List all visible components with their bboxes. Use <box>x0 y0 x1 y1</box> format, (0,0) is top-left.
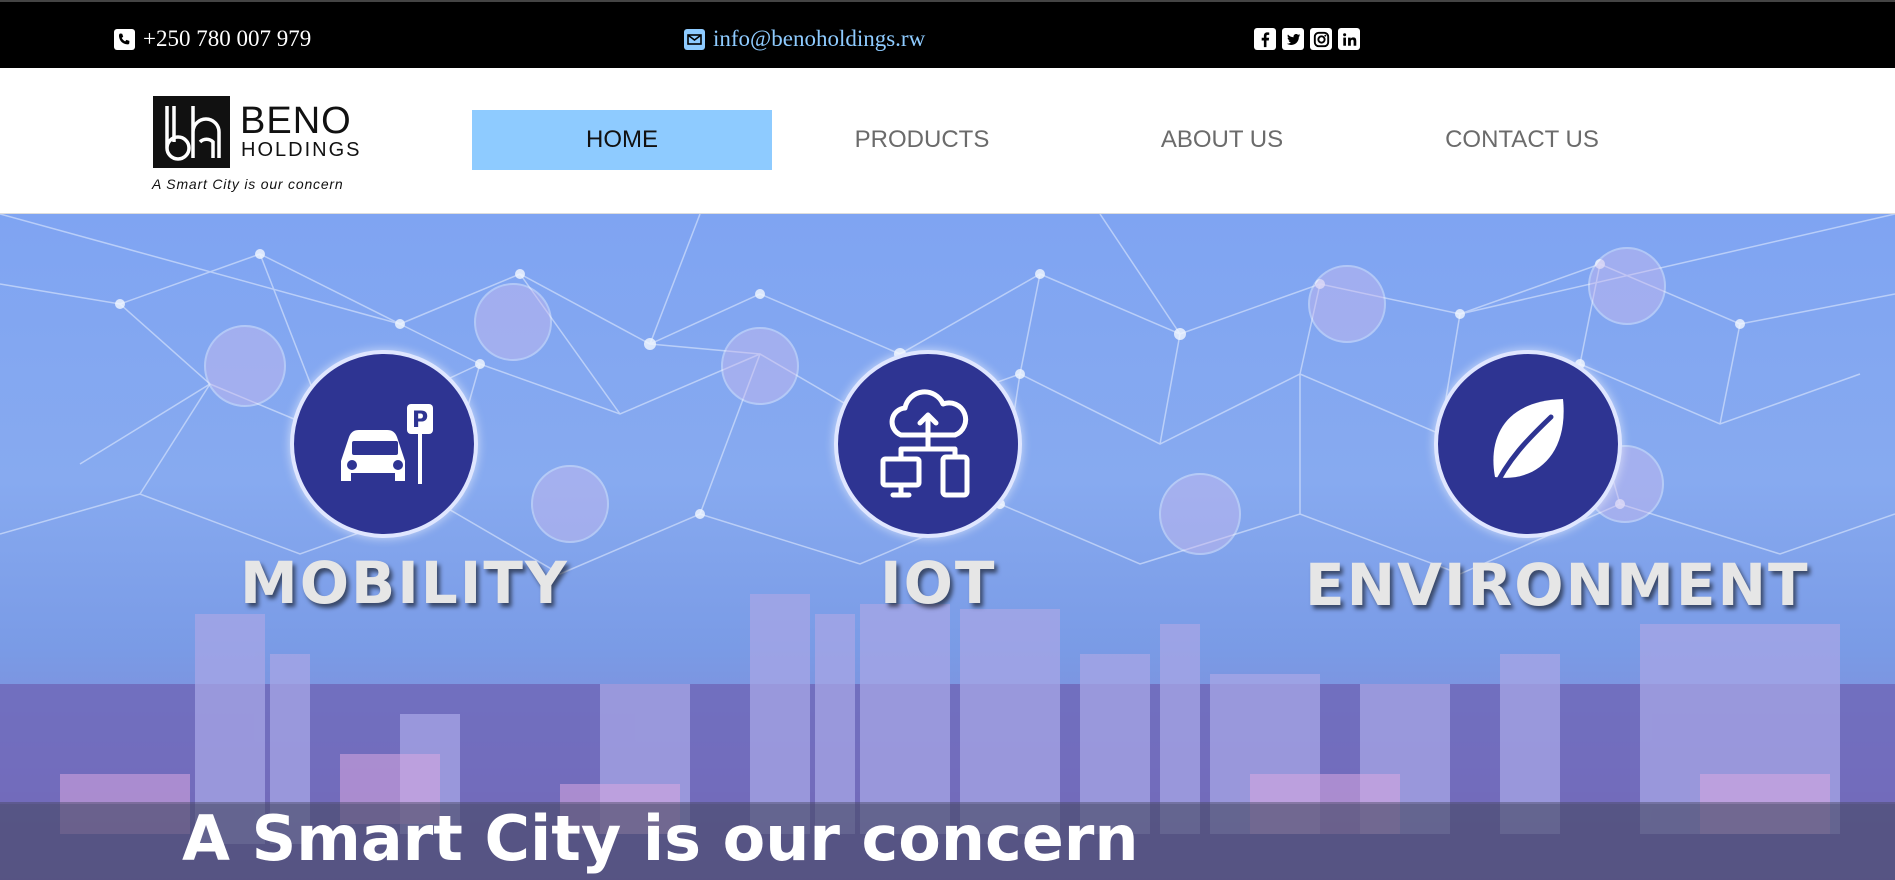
site-header: BENO HOLDINGS A Smart City is our concer… <box>0 68 1895 214</box>
category-environment: ENVIRONMENT <box>1305 551 1810 619</box>
nav-home[interactable]: HOME <box>472 110 772 170</box>
social-links <box>1254 24 1360 54</box>
svg-text:P: P <box>412 408 428 433</box>
facebook-icon[interactable] <box>1254 28 1276 50</box>
nav-contact-us[interactable]: CONTACT US <box>1372 110 1672 170</box>
phone-number: +250 780 007 979 <box>143 26 312 51</box>
city-network-background <box>0 214 1895 880</box>
company-logo[interactable]: BENO HOLDINGS A Smart City is our concer… <box>152 96 362 196</box>
logo-name: BENO <box>240 100 352 142</box>
nav-about-us[interactable]: ABOUT US <box>1072 110 1372 170</box>
top-contact-bar: +250 780 007 979 info@benoholdings.rw <box>0 0 1895 68</box>
hero-tagline: A Smart City is our concern <box>182 802 1139 875</box>
nav-products[interactable]: PRODUCTS <box>772 110 1072 170</box>
category-iot: IOT <box>880 549 997 617</box>
iot-cloud-devices-icon[interactable] <box>834 350 1022 538</box>
logo-tagline: A Smart City is our concern <box>152 176 344 192</box>
mobility-parking-icon[interactable]: P <box>290 350 478 538</box>
linkedin-icon[interactable] <box>1338 28 1360 50</box>
envelope-icon <box>684 28 705 50</box>
email-contact[interactable]: info@benoholdings.rw <box>684 24 925 54</box>
logo-subname: HOLDINGS <box>241 139 362 161</box>
logo-mark-icon <box>153 96 230 168</box>
twitter-icon[interactable] <box>1282 28 1304 50</box>
phone-icon <box>114 28 135 50</box>
environment-leaf-icon[interactable] <box>1434 350 1622 538</box>
phone-contact[interactable]: +250 780 007 979 <box>114 24 311 54</box>
instagram-icon[interactable] <box>1310 28 1332 50</box>
hero-banner: P MOBILITY IOT ENVIRONMENT A Smart City … <box>0 214 1895 880</box>
category-mobility: MOBILITY <box>240 549 569 617</box>
email-link[interactable]: info@benoholdings.rw <box>713 26 925 52</box>
